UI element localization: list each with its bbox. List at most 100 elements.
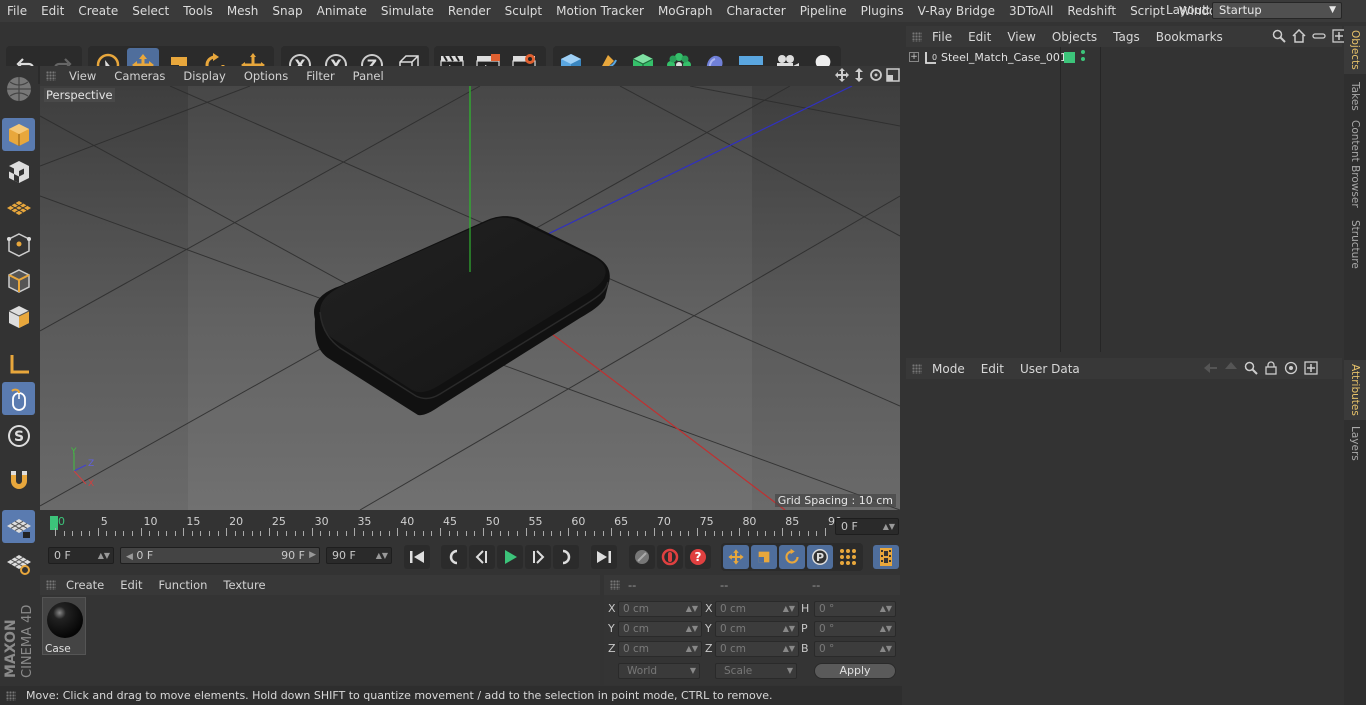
timeline-window-button[interactable] [873, 545, 899, 569]
tab-structure[interactable]: Structure [1344, 216, 1366, 272]
menu-tools[interactable]: Tools [176, 4, 220, 18]
current-frame-field[interactable]: 0 F ▲▼ [835, 518, 899, 535]
viewport-menu-filter[interactable]: Filter [297, 69, 343, 83]
menu-animate[interactable]: Animate [310, 4, 374, 18]
material-swatch[interactable]: Case [42, 597, 86, 655]
menu-edit[interactable]: Edit [34, 4, 71, 18]
polygons-mode-button[interactable] [2, 300, 35, 333]
record-active-objects-button[interactable] [629, 545, 655, 569]
object-menu-view[interactable]: View [999, 30, 1043, 44]
texture-mode-button[interactable] [2, 155, 35, 188]
rot-b-field[interactable]: 0 ° ▲▼ [814, 641, 896, 657]
object-menu-objects[interactable]: Objects [1044, 30, 1105, 44]
menu-motion-tracker[interactable]: Motion Tracker [549, 4, 651, 18]
editor-visibility-dot[interactable] [1081, 50, 1085, 54]
pan-icon[interactable] [835, 68, 849, 82]
locked-workplane-button[interactable] [2, 510, 35, 543]
axis-mode-button[interactable] [2, 348, 35, 381]
key-point-level-button[interactable] [835, 545, 861, 569]
pos-z-field[interactable]: 0 cm ▲▼ [618, 641, 702, 657]
menu-pipeline[interactable]: Pipeline [793, 4, 854, 18]
planar-workplane-button[interactable] [2, 546, 35, 579]
tweak-mode-button[interactable] [2, 382, 35, 415]
menu-mesh[interactable]: Mesh [220, 4, 266, 18]
material-menu-function[interactable]: Function [151, 578, 216, 592]
key-parameter-button[interactable]: P [807, 545, 833, 569]
edges-mode-button[interactable] [2, 264, 35, 297]
menu-script[interactable]: Script [1123, 4, 1172, 18]
material-menu-texture[interactable]: Texture [215, 578, 273, 592]
menu-create[interactable]: Create [71, 4, 125, 18]
pos-x-field[interactable]: 0 cm ▲▼ [618, 601, 702, 617]
dolly-icon[interactable] [852, 68, 866, 82]
menu-simulate[interactable]: Simulate [374, 4, 441, 18]
previous-keyframe-button[interactable] [441, 545, 467, 569]
menu-3dtoall[interactable]: 3DToAll [1002, 4, 1060, 18]
go-to-end-button[interactable] [591, 545, 617, 569]
menu-sculpt[interactable]: Sculpt [498, 4, 549, 18]
search-icon[interactable] [1244, 361, 1258, 375]
go-to-start-button[interactable] [404, 545, 430, 569]
menu-character[interactable]: Character [719, 4, 792, 18]
attributes-menu-edit[interactable]: Edit [973, 362, 1012, 376]
viewport-menu-cameras[interactable]: Cameras [105, 69, 174, 83]
menu-mograph[interactable]: MoGraph [651, 4, 720, 18]
key-scale-button[interactable] [751, 545, 777, 569]
target-icon[interactable] [1284, 361, 1298, 375]
perspective-viewport[interactable]: Y Z X Perspective Grid Spacing : 10 cm [40, 86, 900, 510]
tab-layers[interactable]: Layers [1344, 424, 1366, 462]
workplane-mode-button[interactable] [2, 191, 35, 224]
timeline-ruler[interactable]: 051015202530354045505560657075808590 0 F… [40, 512, 900, 542]
tab-objects[interactable]: Objects [1344, 26, 1366, 74]
rot-h-field[interactable]: 0 ° ▲▼ [814, 601, 896, 617]
model-mode-button[interactable] [2, 118, 35, 151]
menu-file[interactable]: File [0, 4, 34, 18]
attributes-menu-mode[interactable]: Mode [924, 362, 973, 376]
size-z-field[interactable]: 0 cm ▲▼ [715, 641, 799, 657]
object-menu-file[interactable]: File [924, 30, 960, 44]
next-frame-button[interactable] [525, 545, 551, 569]
menu-render[interactable]: Render [441, 4, 498, 18]
menu-snap[interactable]: Snap [265, 4, 309, 18]
lock-icon[interactable] [1264, 361, 1278, 375]
object-row[interactable]: + 0 Steel_Match_Case_001 [906, 50, 1342, 68]
object-menu-edit[interactable]: Edit [960, 30, 999, 44]
expand-toggle-icon[interactable]: + [909, 52, 919, 62]
object-menu-bookmarks[interactable]: Bookmarks [1148, 30, 1231, 44]
tab-attributes[interactable]: Attributes [1344, 360, 1366, 420]
apply-button[interactable]: Apply [814, 663, 896, 679]
render-visibility-dot[interactable] [1081, 57, 1085, 61]
viewport-menu-view[interactable]: View [60, 69, 105, 83]
size-x-field[interactable]: 0 cm ▲▼ [715, 601, 799, 617]
previous-frame-button[interactable] [469, 545, 495, 569]
points-mode-button[interactable] [2, 228, 35, 261]
viewport-menu-display[interactable]: Display [174, 69, 234, 83]
up-arrow-icon[interactable] [1224, 361, 1238, 375]
keyframe-selection-button[interactable]: ? [685, 545, 711, 569]
attributes-menu-user-data[interactable]: User Data [1012, 362, 1088, 376]
tab-takes[interactable]: Takes [1344, 78, 1366, 114]
key-rotation-button[interactable] [779, 545, 805, 569]
object-menu-tags[interactable]: Tags [1105, 30, 1148, 44]
menu-plugins[interactable]: Plugins [854, 4, 911, 18]
menu-v-ray-bridge[interactable]: V-Ray Bridge [911, 4, 1002, 18]
rot-p-field[interactable]: 0 ° ▲▼ [814, 621, 896, 637]
search-icon[interactable] [1272, 29, 1286, 43]
size-mode-dropdown[interactable]: Scale ▼ [715, 663, 797, 679]
coordinate-space-dropdown[interactable]: World ▼ [618, 663, 700, 679]
back-arrow-icon[interactable] [1202, 361, 1218, 375]
orbit-icon[interactable] [869, 68, 883, 82]
viewport-solo-button[interactable] [2, 72, 35, 105]
maximize-view-icon[interactable] [886, 68, 900, 82]
menu-redshift[interactable]: Redshift [1060, 4, 1123, 18]
magnet-button[interactable] [2, 464, 35, 497]
material-menu-edit[interactable]: Edit [112, 578, 150, 592]
expand-panel-icon[interactable] [1304, 361, 1318, 375]
key-position-button[interactable] [723, 545, 749, 569]
start-frame-field[interactable]: 0 F ▲▼ [48, 547, 114, 564]
play-button[interactable] [497, 545, 523, 569]
viewport-menu-options[interactable]: Options [235, 69, 297, 83]
preview-range-slider[interactable]: ◀ 0 F 90 F ▶ [120, 547, 320, 564]
layer-color-swatch[interactable] [1064, 52, 1075, 63]
layout-dropdown[interactable]: Startup ▼ [1212, 2, 1342, 19]
